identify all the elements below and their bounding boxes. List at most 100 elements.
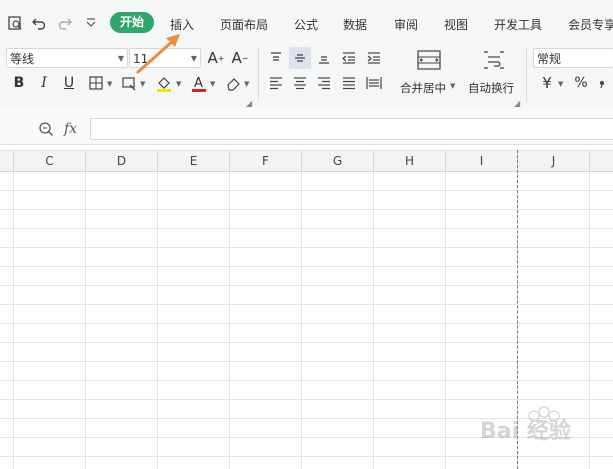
eraser-icon [227,78,240,91]
outdent-icon [342,52,355,64]
formula-input[interactable] [90,118,613,140]
currency-button[interactable]: ¥ [536,72,558,94]
percent-button[interactable]: % [570,72,592,94]
number-format-select[interactable]: 常规 [533,48,613,68]
bold-button[interactable]: B [8,72,30,94]
ribbon-tab-bar: 开始 插入 页面布局 公式 数据 审阅 视图 开发工具 会员专享 [0,0,613,45]
column-header-g[interactable]: G [302,151,374,171]
column-gridline [85,171,86,469]
tab-page-layout[interactable]: 页面布局 [220,16,268,33]
row-gridline [0,361,613,362]
dialog-launcher-icon[interactable]: ◢ [246,99,252,108]
chevron-down-icon: ▼ [450,82,456,90]
ribbon-divider [526,48,527,102]
chevron-down-icon: ▼ [117,54,124,63]
ribbon-home-panel: 等线 ▼ 11 ▼ A + A − B I U ▼ ▼ ▼ A ▼ ▼ ◢ 合并… [0,44,613,109]
tab-review[interactable]: 审阅 [394,16,418,33]
row-gridline [0,266,613,267]
customize-toolbar-icon[interactable] [82,14,100,32]
font-name-value: 等线 [10,52,35,66]
column-header-c[interactable]: C [14,151,86,171]
svg-text:A: A [194,76,203,91]
align-left-button[interactable] [265,72,287,94]
column-header-row: CDEFGHIJ [0,150,613,172]
justify-button[interactable] [338,72,360,94]
row-header-stub [0,151,14,171]
chevron-down-icon[interactable]: ▼ [176,80,181,88]
font-color-icon: A [192,76,206,92]
print-preview-icon[interactable] [6,14,24,32]
baidu-watermark-logo: Bai 经验 [470,398,610,458]
align-center-button[interactable] [289,72,311,94]
annotation-arrow-icon [136,34,180,74]
row-gridline [0,228,613,229]
column-header-f[interactable]: F [230,151,302,171]
chevron-down-icon[interactable]: ▼ [140,80,145,88]
dialog-launcher-icon[interactable]: ◢ [514,99,520,108]
font-color-button[interactable]: A [188,72,210,94]
align-top-button[interactable] [265,47,287,69]
tab-formulas[interactable]: 公式 [294,16,318,33]
align-middle-button[interactable] [289,47,311,69]
column-header-h[interactable]: H [374,151,446,171]
chevron-down-icon[interactable]: ▼ [107,80,112,88]
percent-symbol: % [574,75,588,91]
currency-symbol: ¥ [542,74,552,92]
chevron-down-icon[interactable]: ▼ [244,80,249,88]
column-gridline [373,171,374,469]
column-gridline [301,171,302,469]
column-header-d[interactable]: D [86,151,158,171]
align-right-button[interactable] [313,72,335,94]
wrap-text-label: 自动换行 [468,81,514,95]
font-name-select[interactable]: 等线 ▼ [6,48,128,68]
number-format-value: 常规 [537,52,562,66]
insert-function-button[interactable]: fx [64,121,77,137]
zoom-search-icon[interactable] [38,121,54,141]
chevron-down-icon: ▼ [190,54,197,63]
underline-button[interactable]: U [58,72,80,94]
decrease-font-size-button[interactable]: A − [229,47,251,69]
align-bottom-button[interactable] [313,47,335,69]
row-gridline [0,323,613,324]
tab-member[interactable]: 会员专享 [568,16,613,33]
watermark-text: Bai 经验 [480,418,571,444]
align-center-icon [294,77,306,90]
distributed-align-button[interactable] [363,72,385,94]
column-gridline [13,171,14,469]
borders-button[interactable] [85,72,107,94]
tab-developer[interactable]: 开发工具 [494,16,542,33]
wrap-text-button[interactable]: 自动换行 [466,48,522,100]
column-header-j[interactable]: J [518,151,590,171]
decrease-indent-button[interactable] [338,47,360,69]
merge-center-label: 合并居中 [400,81,446,95]
row-gridline [0,190,613,191]
chevron-down-icon[interactable]: ▼ [558,80,563,88]
row-gridline [0,209,613,210]
italic-button[interactable]: I [33,72,55,94]
column-gridline [229,171,230,469]
wrap-text-icon [484,51,504,69]
chevron-down-icon[interactable]: ▼ [210,80,215,88]
tab-view[interactable]: 视图 [444,16,468,33]
column-gridline [157,171,158,469]
thousands-separator-icon [600,81,604,89]
merge-cells-icon [417,50,441,70]
column-header-i[interactable]: I [446,151,518,171]
merge-center-button[interactable]: 合并居中 ▼ [398,48,460,100]
column-header-e[interactable]: E [158,151,230,171]
increase-font-size-button[interactable]: A + [205,47,227,69]
comma-style-button[interactable] [594,72,613,94]
indent-icon [367,52,380,64]
column-gridline [445,171,446,469]
border-icon [89,76,103,90]
row-gridline [0,304,613,305]
align-top-icon [271,52,281,61]
tab-data[interactable]: 数据 [343,16,367,33]
clear-button[interactable] [222,72,244,94]
increase-indent-button[interactable] [363,47,385,69]
align-bottom-icon [319,56,329,64]
redo-icon[interactable] [56,14,74,32]
row-gridline [0,247,613,248]
align-left-icon [270,77,282,90]
undo-icon[interactable] [30,14,48,32]
